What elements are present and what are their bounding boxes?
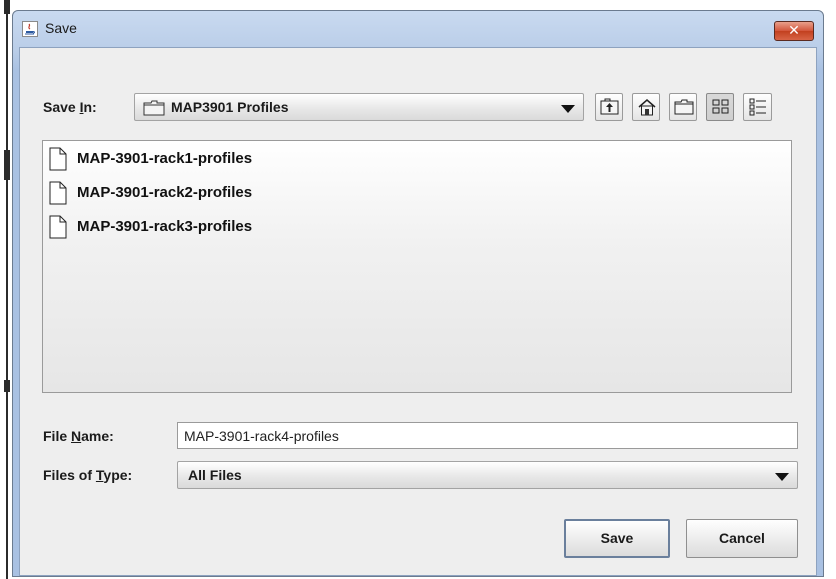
save-dialog: Save ✕ Save In: MAP3901 Profiles MAP-390…: [12, 10, 824, 577]
file-icon: [49, 181, 67, 205]
save-in-label: Save In:: [43, 99, 97, 115]
close-icon: ✕: [788, 23, 800, 39]
file-icon: [49, 215, 67, 239]
details-view-icon: [749, 98, 766, 116]
window-title: Save: [45, 20, 77, 36]
up-one-level-icon: [600, 98, 619, 115]
background-edge: [0, 0, 12, 579]
file-name: MAP-3901-rack1-profiles: [77, 150, 253, 167]
home-button[interactable]: [632, 93, 660, 121]
chevron-down-icon: [561, 105, 575, 113]
save-in-dropdown[interactable]: MAP3901 Profiles: [134, 93, 584, 121]
java-app-icon: [22, 21, 38, 37]
file-list[interactable]: MAP-3901-rack1-profiles MAP-3901-rack2-p…: [42, 140, 792, 393]
up-one-level-button[interactable]: [595, 93, 623, 121]
save-button[interactable]: Save: [564, 519, 670, 558]
file-name: MAP-3901-rack3-profiles: [77, 218, 253, 235]
list-view-button[interactable]: [706, 93, 734, 121]
cancel-button[interactable]: Cancel: [686, 519, 798, 558]
folder-icon: [143, 100, 165, 116]
title-bar[interactable]: Save ✕: [13, 11, 823, 47]
file-icon: [49, 147, 67, 171]
chevron-down-icon: [775, 473, 789, 481]
file-name-input[interactable]: [177, 422, 798, 449]
file-type-label: Files of Type:: [43, 467, 133, 483]
file-type-dropdown[interactable]: All Files: [177, 461, 798, 489]
list-view-icon: [712, 99, 729, 114]
new-folder-icon: [674, 99, 694, 115]
file-name-label: File Name:: [43, 428, 114, 444]
details-view-button[interactable]: [743, 93, 772, 121]
close-button[interactable]: ✕: [774, 21, 814, 41]
new-folder-button[interactable]: [669, 93, 697, 121]
file-name: MAP-3901-rack2-profiles: [77, 184, 253, 201]
home-icon: [638, 99, 656, 116]
save-in-value: MAP3901 Profiles: [171, 99, 289, 115]
dialog-content: Save In: MAP3901 Profiles MAP-3901-rack1…: [19, 47, 817, 576]
file-type-value: All Files: [188, 467, 242, 483]
